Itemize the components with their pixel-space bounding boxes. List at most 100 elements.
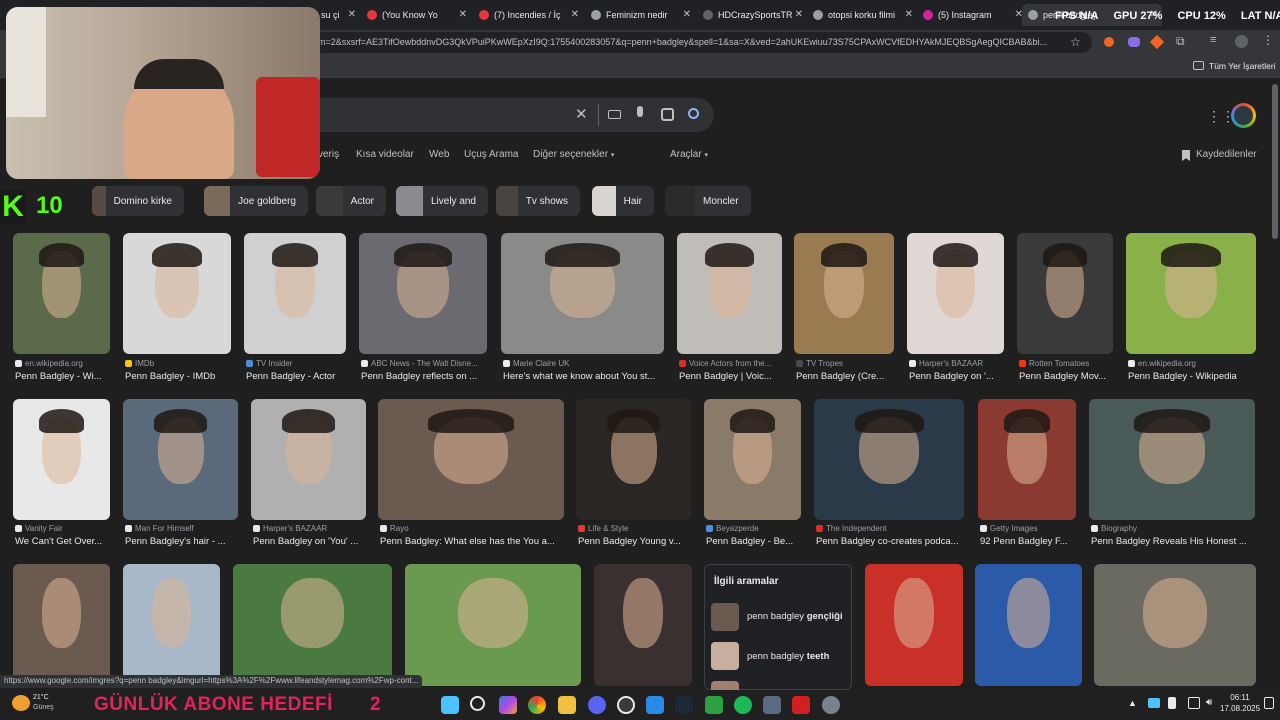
app-icon-1[interactable]	[646, 696, 664, 714]
browser-tab[interactable]: HDCrazySportsTR ✕	[697, 4, 807, 26]
image-caption[interactable]: Penn Badgley co-creates podca...	[816, 536, 966, 547]
address-bar[interactable]: m=2&sxsrf=AE3TifOewbddnvDG3QkVPuiPKwWEpX…	[312, 32, 1092, 53]
keyboard-icon[interactable]	[608, 110, 621, 119]
related-search-item-1[interactable]: penn badgley gençliği	[747, 611, 843, 622]
extension-icon-2[interactable]	[1128, 37, 1140, 47]
copilot-icon[interactable]	[499, 696, 517, 714]
image-source[interactable]: Harper's BAZAAR	[909, 359, 1006, 368]
tab-web[interactable]: Web	[429, 149, 449, 160]
extension-icon-1[interactable]	[1104, 37, 1114, 47]
saved-link[interactable]: Kaydedilenler	[1196, 149, 1257, 160]
image-result[interactable]	[13, 564, 110, 686]
image-caption[interactable]: Penn Badgley - Be...	[706, 536, 803, 547]
tab-shopping-partial[interactable]: veriş	[318, 149, 339, 160]
related-chip[interactable]: Joe goldberg	[204, 186, 308, 216]
clock-time[interactable]: 06:11	[1220, 693, 1260, 702]
image-result[interactable]	[123, 233, 231, 354]
image-result[interactable]	[1126, 233, 1256, 354]
image-source[interactable]: Voice Actors from the...	[679, 359, 784, 368]
page-scrollbar[interactable]	[1272, 84, 1278, 239]
image-result[interactable]	[233, 564, 392, 686]
image-result[interactable]	[405, 564, 581, 686]
clock-date[interactable]: 17.08.2025	[1220, 704, 1260, 713]
image-caption[interactable]: Here's what we know about You st...	[503, 371, 666, 382]
tray-usb-icon[interactable]	[1168, 697, 1176, 709]
image-caption[interactable]: We Can't Get Over...	[15, 536, 112, 547]
browser-tab[interactable]: Feminizm nedir ✕	[585, 4, 695, 26]
image-result[interactable]	[576, 399, 691, 520]
image-caption[interactable]: Penn Badgley on 'You' ...	[253, 536, 368, 547]
browser-menu-icon[interactable]: ⋮	[1262, 33, 1274, 47]
windows-start-icon[interactable]	[441, 696, 459, 714]
media-controls-icon[interactable]: ≡	[1210, 34, 1216, 46]
image-caption[interactable]: Penn Badgley's hair - ...	[125, 536, 240, 547]
image-caption[interactable]: Penn Badgley (Cre...	[796, 371, 896, 382]
image-result[interactable]	[975, 564, 1082, 686]
image-source[interactable]: en.wikipedia.org	[1128, 359, 1258, 368]
image-caption[interactable]: Penn Badgley Reveals His Honest ...	[1091, 536, 1257, 547]
app-icon-3[interactable]	[763, 696, 781, 714]
app-icon-2[interactable]	[705, 696, 723, 714]
related-search-item-2[interactable]: penn badgley teeth	[747, 651, 829, 662]
image-caption[interactable]: Penn Badgley - IMDb	[125, 371, 233, 382]
image-result[interactable]	[677, 233, 782, 354]
related-chip[interactable]: Moncler	[665, 186, 751, 216]
image-source[interactable]: ABC News - The Walt Disne...	[361, 359, 489, 368]
weather-icon[interactable]	[12, 695, 30, 711]
close-tab-icon[interactable]: ✕	[459, 9, 467, 20]
image-source[interactable]: Beyazperde	[706, 524, 803, 533]
image-source[interactable]: Getty Images	[980, 524, 1078, 533]
related-chip[interactable]: Actor	[316, 186, 386, 216]
chrome-icon[interactable]	[528, 696, 546, 714]
clear-search-icon[interactable]: ✕	[575, 105, 588, 123]
search-box[interactable]	[312, 98, 714, 132]
image-source[interactable]: IMDb	[125, 359, 233, 368]
image-result[interactable]	[378, 399, 564, 520]
image-result[interactable]	[907, 233, 1004, 354]
tab-short-videos[interactable]: Kısa videolar	[356, 149, 414, 160]
close-tab-icon[interactable]: ✕	[683, 9, 691, 20]
account-avatar[interactable]	[1231, 103, 1256, 128]
tray-app-icon[interactable]	[1148, 698, 1160, 708]
image-source[interactable]: Vanity Fair	[15, 524, 112, 533]
image-result[interactable]	[594, 564, 692, 686]
steam-icon[interactable]	[675, 696, 693, 714]
browser-tab[interactable]: otopsi korku filmi ✕	[807, 4, 917, 26]
image-result[interactable]	[13, 399, 110, 520]
related-chip[interactable]: Tv shows	[496, 186, 580, 216]
extensions-puzzle-icon[interactable]: ⧉	[1176, 34, 1185, 49]
image-source[interactable]: TV Tropes	[796, 359, 896, 368]
image-result[interactable]	[1094, 564, 1256, 686]
image-caption[interactable]: Penn Badgley reflects on ...	[361, 371, 489, 382]
discord-icon[interactable]	[588, 696, 606, 714]
image-result[interactable]	[244, 233, 346, 354]
related-chip[interactable]: Domino kirke	[92, 186, 184, 216]
image-result[interactable]	[814, 399, 964, 520]
image-result[interactable]	[13, 233, 110, 354]
close-tab-icon[interactable]: ✕	[795, 9, 803, 20]
image-caption[interactable]: Penn Badgley - Actor	[246, 371, 348, 382]
tab-flights[interactable]: Uçuş Arama	[464, 149, 518, 160]
taskbar-search-icon[interactable]	[470, 696, 485, 711]
spotify-icon[interactable]	[734, 696, 752, 714]
image-caption[interactable]: Penn Badgley | Voic...	[679, 371, 784, 382]
image-source[interactable]: Life & Style	[578, 524, 693, 533]
related-chip[interactable]: Hair	[592, 186, 654, 216]
image-source[interactable]: Harper's BAZAAR	[253, 524, 368, 533]
image-result[interactable]	[251, 399, 366, 520]
image-source[interactable]: The Independent	[816, 524, 966, 533]
image-source[interactable]: Rotten Tomatoes	[1019, 359, 1115, 368]
notifications-icon[interactable]	[1264, 697, 1274, 709]
microphone-icon[interactable]	[637, 106, 643, 117]
image-caption[interactable]: Penn Badgley Mov...	[1019, 371, 1115, 382]
image-source[interactable]: Man For Himself	[125, 524, 240, 533]
image-result[interactable]	[978, 399, 1076, 520]
tools-button[interactable]: Araçlar ▾	[670, 149, 708, 160]
browser-tab[interactable]: (5) Instagram ✕	[917, 4, 1027, 26]
image-result[interactable]	[794, 233, 894, 354]
obs-icon[interactable]	[617, 696, 635, 714]
lens-icon[interactable]	[661, 108, 674, 121]
image-source[interactable]: Marie Claire UK	[503, 359, 666, 368]
image-caption[interactable]: Penn Badgley - Wi...	[15, 371, 112, 382]
related-chip[interactable]: Lively and	[396, 186, 488, 216]
